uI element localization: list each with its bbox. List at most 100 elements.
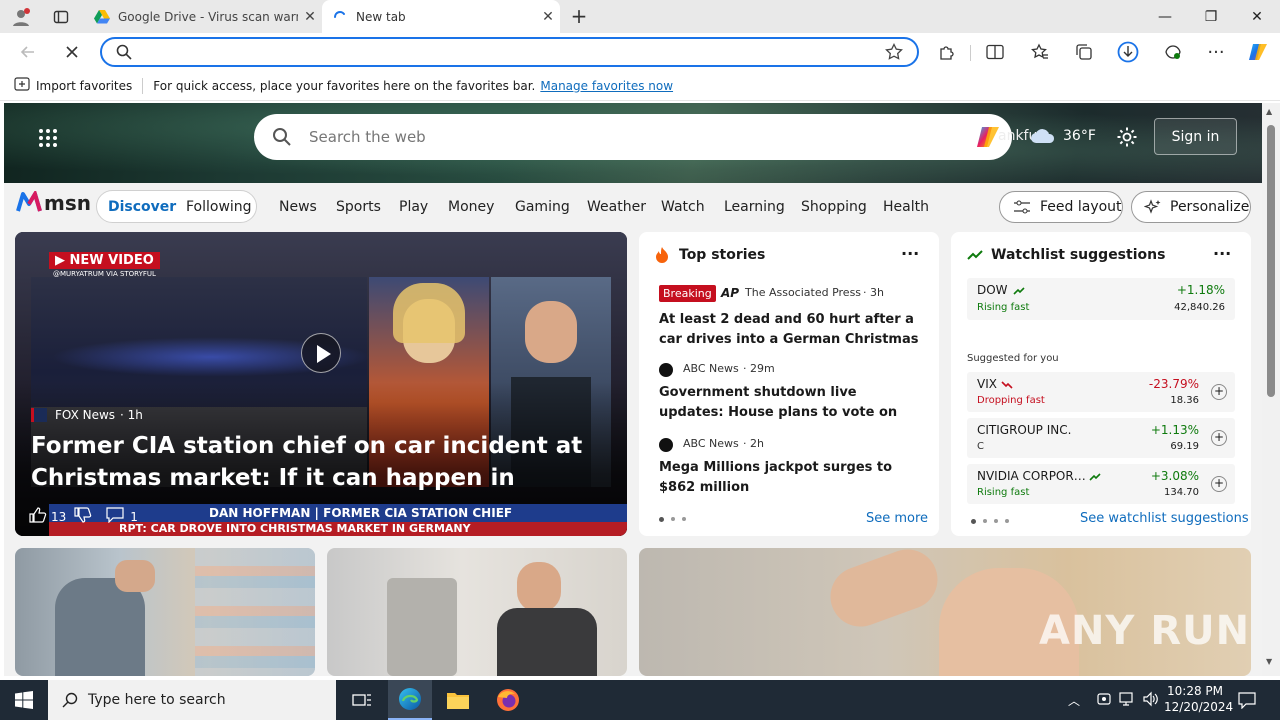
msn-logo[interactable]: msn bbox=[16, 191, 91, 215]
search-placeholder: Search the web bbox=[309, 128, 426, 146]
collections-icon[interactable] bbox=[1068, 37, 1100, 67]
profile-avatar-icon[interactable] bbox=[8, 5, 34, 29]
close-tab-icon[interactable]: ✕ bbox=[536, 9, 560, 25]
show-hidden-icons[interactable]: ︿ bbox=[1068, 692, 1080, 709]
dislike-icon[interactable] bbox=[74, 507, 92, 526]
add-to-watchlist-icon[interactable]: + bbox=[1211, 476, 1227, 492]
tab-actions-icon[interactable] bbox=[48, 5, 74, 29]
meet-now-icon[interactable] bbox=[1096, 691, 1112, 710]
close-tab-icon[interactable]: ✕ bbox=[298, 9, 322, 25]
extensions-icon[interactable] bbox=[931, 37, 963, 67]
see-watchlist-suggestions-link[interactable]: See watchlist suggestions bbox=[1080, 511, 1249, 526]
import-favorites-button[interactable]: Import favorites bbox=[36, 79, 132, 93]
pagination-dots[interactable] bbox=[659, 517, 686, 522]
temperature[interactable]: 36°F bbox=[1063, 128, 1096, 144]
stop-loading-icon[interactable] bbox=[56, 37, 88, 67]
pagination-dots[interactable] bbox=[971, 519, 1009, 524]
file-explorer-icon[interactable] bbox=[436, 680, 480, 720]
stairlift-image bbox=[387, 578, 457, 676]
nav-weather[interactable]: Weather bbox=[587, 199, 646, 215]
tab-google-drive[interactable]: Google Drive - Virus scan warning ✕ bbox=[84, 0, 322, 33]
settings-gear-icon[interactable] bbox=[1116, 126, 1138, 151]
nav-news[interactable]: News bbox=[279, 199, 317, 215]
nav-health[interactable]: Health bbox=[883, 199, 929, 215]
story-headline[interactable]: Mega Millions jackpot surges to $862 mil… bbox=[659, 458, 925, 498]
suggested-label: Suggested for you bbox=[967, 353, 1059, 364]
favorite-star-icon[interactable] bbox=[885, 43, 903, 64]
downloads-icon[interactable] bbox=[1112, 37, 1144, 67]
nav-sports[interactable]: Sports bbox=[336, 199, 381, 215]
sparkle-icon bbox=[1144, 199, 1161, 214]
new-tab-button[interactable]: + bbox=[566, 4, 592, 28]
minimize-button[interactable]: — bbox=[1142, 0, 1188, 33]
split-screen-icon[interactable] bbox=[979, 37, 1011, 67]
back-icon[interactable] bbox=[12, 37, 44, 67]
stock-row-citigroup[interactable]: CITIGROUP INC. C +1.13% 69.19 + bbox=[967, 418, 1235, 458]
clock-date: 12/20/2024 bbox=[1164, 700, 1234, 714]
dow-row[interactable]: DOW Rising fast +1.18% 42,840.26 bbox=[967, 278, 1235, 320]
like-icon[interactable] bbox=[29, 507, 47, 526]
msn-nav-bar: msn Discover Following News Sports Play … bbox=[4, 183, 1262, 229]
browser-essentials-icon[interactable] bbox=[1157, 37, 1189, 67]
web-search-box[interactable]: Search the web bbox=[254, 114, 1012, 160]
hero-video-card[interactable]: ▶ NEW VIDEO @MURYATRUM VIA STORYFUL FOX … bbox=[15, 232, 627, 536]
story-headline[interactable]: Government shutdown live updates: House … bbox=[659, 383, 925, 423]
scrollbar-thumb[interactable] bbox=[1267, 125, 1275, 397]
firefox-icon[interactable] bbox=[486, 680, 530, 720]
watchlist-title: Watchlist suggestions bbox=[991, 247, 1166, 263]
manage-favorites-link[interactable]: Manage favorites now bbox=[540, 79, 673, 93]
news-card-stairlift[interactable] bbox=[327, 548, 627, 676]
close-window-button[interactable]: ✕ bbox=[1234, 0, 1280, 33]
restore-button[interactable]: ❐ bbox=[1188, 0, 1234, 33]
cloud-icon bbox=[1030, 127, 1056, 148]
nav-money[interactable]: Money bbox=[448, 199, 494, 215]
stock-row-vix[interactable]: VIX Dropping fast -23.79% 18.36 + bbox=[967, 372, 1235, 412]
task-view-icon[interactable] bbox=[340, 680, 384, 720]
taskbar-search-box[interactable]: Type here to search bbox=[48, 680, 336, 720]
tab-discover[interactable]: Discover bbox=[108, 199, 176, 215]
add-to-watchlist-icon[interactable]: + bbox=[1211, 430, 1227, 446]
msn-butterfly-icon bbox=[16, 191, 42, 212]
shopper-image bbox=[55, 578, 145, 676]
address-bar[interactable] bbox=[100, 37, 919, 67]
more-menu-icon[interactable]: ··· bbox=[1200, 37, 1232, 67]
nav-shopping[interactable]: Shopping bbox=[801, 199, 867, 215]
edge-taskbar-icon[interactable] bbox=[388, 680, 432, 720]
trend-up-icon bbox=[1013, 285, 1025, 299]
story-headline[interactable]: At least 2 dead and 60 hurt after a car … bbox=[659, 310, 925, 350]
news-card-shopper[interactable] bbox=[15, 548, 315, 676]
apps-grid-icon[interactable] bbox=[38, 128, 58, 151]
tab-new-tab[interactable]: New tab ✕ bbox=[322, 0, 560, 33]
favorites-icon[interactable] bbox=[1024, 37, 1056, 67]
nav-play[interactable]: Play bbox=[399, 199, 428, 215]
stock-row-nvidia[interactable]: NVIDIA CORPOR… Rising fast +3.08% 134.70… bbox=[967, 464, 1235, 504]
add-to-watchlist-icon[interactable]: + bbox=[1211, 384, 1227, 400]
more-options-icon[interactable]: ··· bbox=[1213, 244, 1231, 263]
play-button[interactable] bbox=[301, 333, 341, 373]
sign-in-button[interactable]: Sign in bbox=[1154, 118, 1237, 155]
feed-layout-button[interactable]: Feed layout bbox=[999, 191, 1123, 223]
nav-learning[interactable]: Learning bbox=[724, 199, 785, 215]
scroll-up-icon[interactable]: ▲ bbox=[1266, 107, 1272, 116]
play-icon bbox=[317, 345, 331, 363]
clock[interactable]: 10:28 PM 12/20/2024 bbox=[1164, 683, 1234, 715]
volume-icon[interactable] bbox=[1142, 691, 1160, 710]
trend-up-icon bbox=[967, 249, 983, 264]
windows-taskbar: Type here to search ︿ 10:28 PM 12/20/202… bbox=[0, 680, 1280, 720]
hero-headline[interactable]: Former CIA station chief on car incident… bbox=[31, 430, 617, 494]
personalize-button[interactable]: Personalize bbox=[1131, 191, 1251, 223]
nav-watch[interactable]: Watch bbox=[661, 199, 705, 215]
see-more-link[interactable]: See more bbox=[866, 511, 928, 526]
copilot-icon[interactable] bbox=[1242, 37, 1274, 67]
news-card-headache[interactable]: ANY RUN bbox=[639, 548, 1251, 676]
more-options-icon[interactable]: ··· bbox=[901, 244, 919, 263]
tab-following[interactable]: Following bbox=[186, 199, 252, 215]
comment-icon[interactable] bbox=[106, 507, 124, 526]
page-scrollbar[interactable]: ▲ ▼ bbox=[1262, 103, 1280, 676]
network-icon[interactable] bbox=[1119, 691, 1137, 710]
nav-gaming[interactable]: Gaming bbox=[515, 199, 570, 215]
scroll-down-icon[interactable]: ▼ bbox=[1266, 657, 1272, 666]
stock-price: 18.36 bbox=[1170, 395, 1199, 406]
start-button[interactable] bbox=[0, 680, 48, 720]
notifications-icon[interactable] bbox=[1238, 691, 1256, 712]
